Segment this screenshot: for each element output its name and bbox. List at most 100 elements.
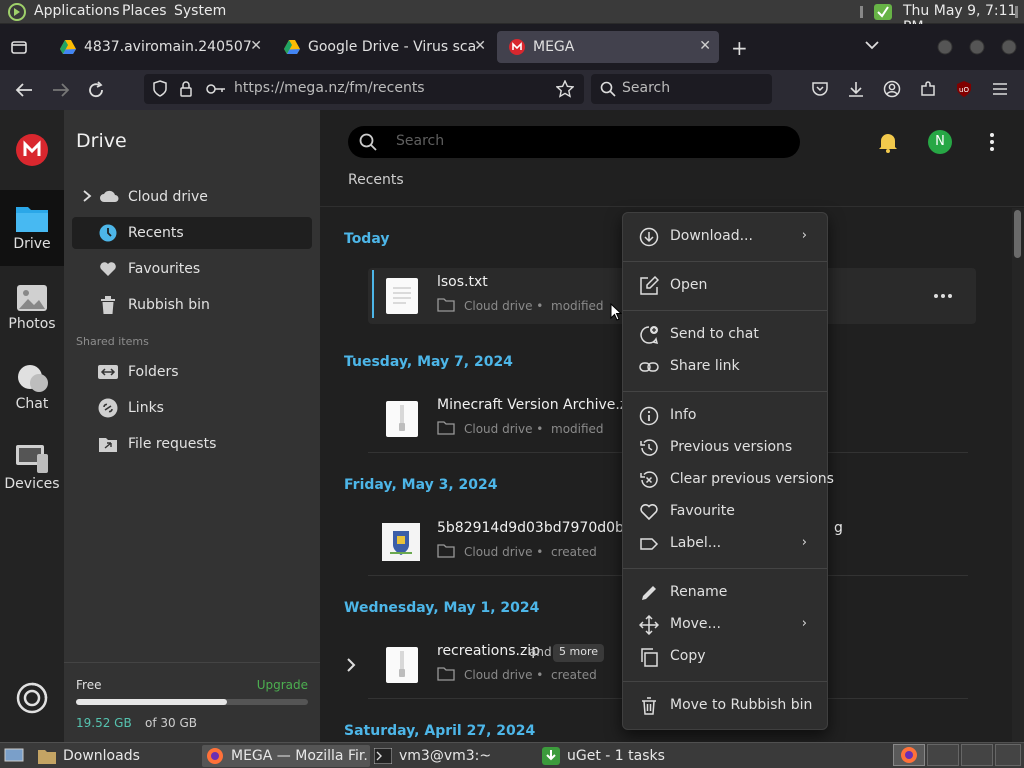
task-firefox[interactable]: MEGA — Mozilla Fir... — [202, 745, 370, 767]
task-uget[interactable]: uGet - 1 tasks — [542, 745, 702, 767]
chat-bubble-icon — [18, 365, 48, 392]
firefox-icon — [207, 748, 223, 764]
menu-item-clear-previous-versions[interactable]: Clear previous versions — [623, 465, 834, 495]
menu-item-move-to-rubbish-bin[interactable]: Move to Rubbish bin — [623, 691, 827, 721]
sidebar-item-recents[interactable]: Recents — [72, 217, 312, 249]
menu-item-label: Send to chat — [670, 326, 759, 342]
menu-item-label[interactable]: Label... › — [623, 529, 827, 559]
info-icon — [639, 406, 659, 426]
search-icon — [359, 133, 377, 151]
show-desktop-icon[interactable] — [4, 747, 24, 763]
close-tab-icon[interactable]: ✕ — [699, 38, 711, 54]
storage-bar — [76, 699, 308, 705]
sidebar-item-rubbish-bin[interactable]: Rubbish bin — [72, 289, 312, 321]
menu-item-previous-versions[interactable]: Previous versions — [623, 433, 827, 463]
tab-google-drive[interactable]: Google Drive - Virus scan w ✕ — [272, 31, 494, 63]
date-heading: Wednesday, May 1, 2024 — [344, 600, 540, 616]
applications-menu[interactable]: Applications — [34, 3, 120, 19]
lock-icon[interactable] — [179, 80, 193, 98]
text-file-icon — [386, 278, 418, 314]
file-name[interactable]: lsos.txt — [437, 274, 488, 290]
sidebar-item-file-requests[interactable]: File requests — [72, 428, 312, 460]
reload-icon[interactable] — [87, 81, 105, 99]
kebab-menu-icon[interactable] — [990, 133, 994, 151]
tab-mega-active[interactable]: MEGA ✕ — [497, 31, 719, 63]
menu-separator — [623, 681, 827, 682]
workspace-1[interactable] — [893, 744, 925, 766]
menu-item-open[interactable]: Open — [623, 271, 827, 301]
window-maximize-icon[interactable] — [968, 38, 986, 56]
downloads-icon[interactable] — [847, 80, 865, 98]
distro-logo-icon[interactable] — [8, 3, 26, 21]
more-files-badge[interactable]: 5 more — [553, 644, 604, 662]
mega-logo-icon[interactable] — [16, 134, 48, 166]
tag-icon — [640, 538, 659, 550]
menu-item-info[interactable]: Info — [623, 401, 827, 431]
scrollbar-thumb[interactable] — [1014, 210, 1021, 258]
submenu-chevron-icon: › — [801, 535, 807, 550]
ublock-origin-icon[interactable]: uO — [955, 80, 973, 98]
sidebar-item-shared-folders[interactable]: Folders — [72, 356, 312, 388]
upgrade-link[interactable]: Upgrade — [257, 678, 308, 692]
app-menu-hamburger-icon[interactable] — [991, 80, 1009, 98]
menu-item-label: Clear previous versions — [670, 471, 834, 487]
menu-item-download[interactable]: Download... › — [623, 222, 827, 252]
expand-chevron-icon[interactable] — [82, 190, 92, 202]
rail-devices[interactable]: Devices — [0, 430, 64, 506]
forward-arrow-icon[interactable] — [51, 81, 71, 99]
selection-marker — [372, 270, 374, 318]
mega-search-input[interactable]: Search — [348, 126, 800, 158]
url-text[interactable]: https://mega.nz/fm/recents — [234, 80, 425, 96]
key-permissions-icon[interactable] — [206, 82, 226, 96]
zip-file-icon — [386, 401, 418, 437]
window-close-icon[interactable] — [1000, 38, 1018, 56]
system-menu[interactable]: System — [174, 3, 226, 19]
new-tab-plus-icon[interactable]: + — [731, 36, 748, 60]
task-terminal[interactable]: vm3@vm3:~ — [374, 745, 534, 767]
sidebar-title: Drive — [76, 130, 127, 152]
list-all-tabs-icon[interactable] — [10, 38, 28, 56]
pocket-icon[interactable] — [811, 80, 829, 98]
file-name[interactable]: 5b82914d9d03bd7970d0b03 — [437, 520, 642, 536]
menu-item-favourite[interactable]: Favourite — [623, 497, 827, 527]
menu-item-share-link[interactable]: Share link — [623, 352, 827, 382]
bookmark-star-icon[interactable] — [556, 80, 574, 98]
tab-avira[interactable]: 4837.aviromain.240507-10: ✕ — [48, 31, 270, 63]
tracking-shield-icon[interactable] — [152, 80, 168, 98]
window-minimize-icon[interactable] — [936, 38, 954, 56]
task-downloads[interactable]: Downloads — [38, 745, 198, 767]
trash-outline-icon — [642, 697, 656, 715]
close-tab-icon[interactable]: ✕ — [250, 38, 262, 54]
menu-item-copy[interactable]: Copy — [623, 642, 827, 672]
update-shield-icon[interactable] — [873, 3, 893, 21]
menu-item-send-to-chat[interactable]: Send to chat — [623, 320, 827, 350]
row-more-icon[interactable] — [934, 294, 952, 298]
workspace-2[interactable] — [927, 744, 959, 766]
menu-item-move[interactable]: Move... › — [623, 610, 827, 640]
expand-group-chevron-icon[interactable] — [346, 658, 356, 672]
heart-outline-icon — [640, 504, 658, 521]
extensions-puzzle-icon[interactable] — [919, 80, 937, 98]
back-arrow-icon[interactable] — [14, 81, 34, 99]
account-icon[interactable] — [883, 80, 901, 98]
menu-item-rename[interactable]: Rename — [623, 578, 827, 608]
scrollbar-track[interactable] — [1012, 208, 1024, 742]
places-menu[interactable]: Places — [122, 3, 167, 19]
browser-search-bar[interactable]: Search — [591, 74, 772, 104]
workspace-3[interactable] — [961, 744, 993, 766]
file-name[interactable]: recreations.zip — [437, 643, 540, 659]
rail-chat[interactable]: Chat — [0, 350, 64, 426]
rail-drive[interactable]: Drive — [0, 190, 64, 266]
file-name[interactable]: Minecraft Version Archive.zip — [437, 397, 640, 413]
url-bar[interactable]: https://mega.nz/fm/recents — [144, 74, 584, 104]
transfers-icon[interactable] — [16, 682, 48, 714]
sidebar-item-cloud-drive[interactable]: Cloud drive — [72, 181, 312, 213]
avatar[interactable]: N — [928, 130, 952, 154]
sidebar-item-favourites[interactable]: Favourites — [72, 253, 312, 285]
tab-overflow-chevron-icon[interactable] — [864, 38, 880, 52]
notification-bell-icon[interactable] — [878, 131, 898, 153]
workspace-4[interactable] — [995, 744, 1021, 766]
close-tab-icon[interactable]: ✕ — [474, 38, 486, 54]
sidebar-item-links[interactable]: Links — [72, 392, 312, 424]
rail-photos[interactable]: Photos — [0, 270, 64, 346]
